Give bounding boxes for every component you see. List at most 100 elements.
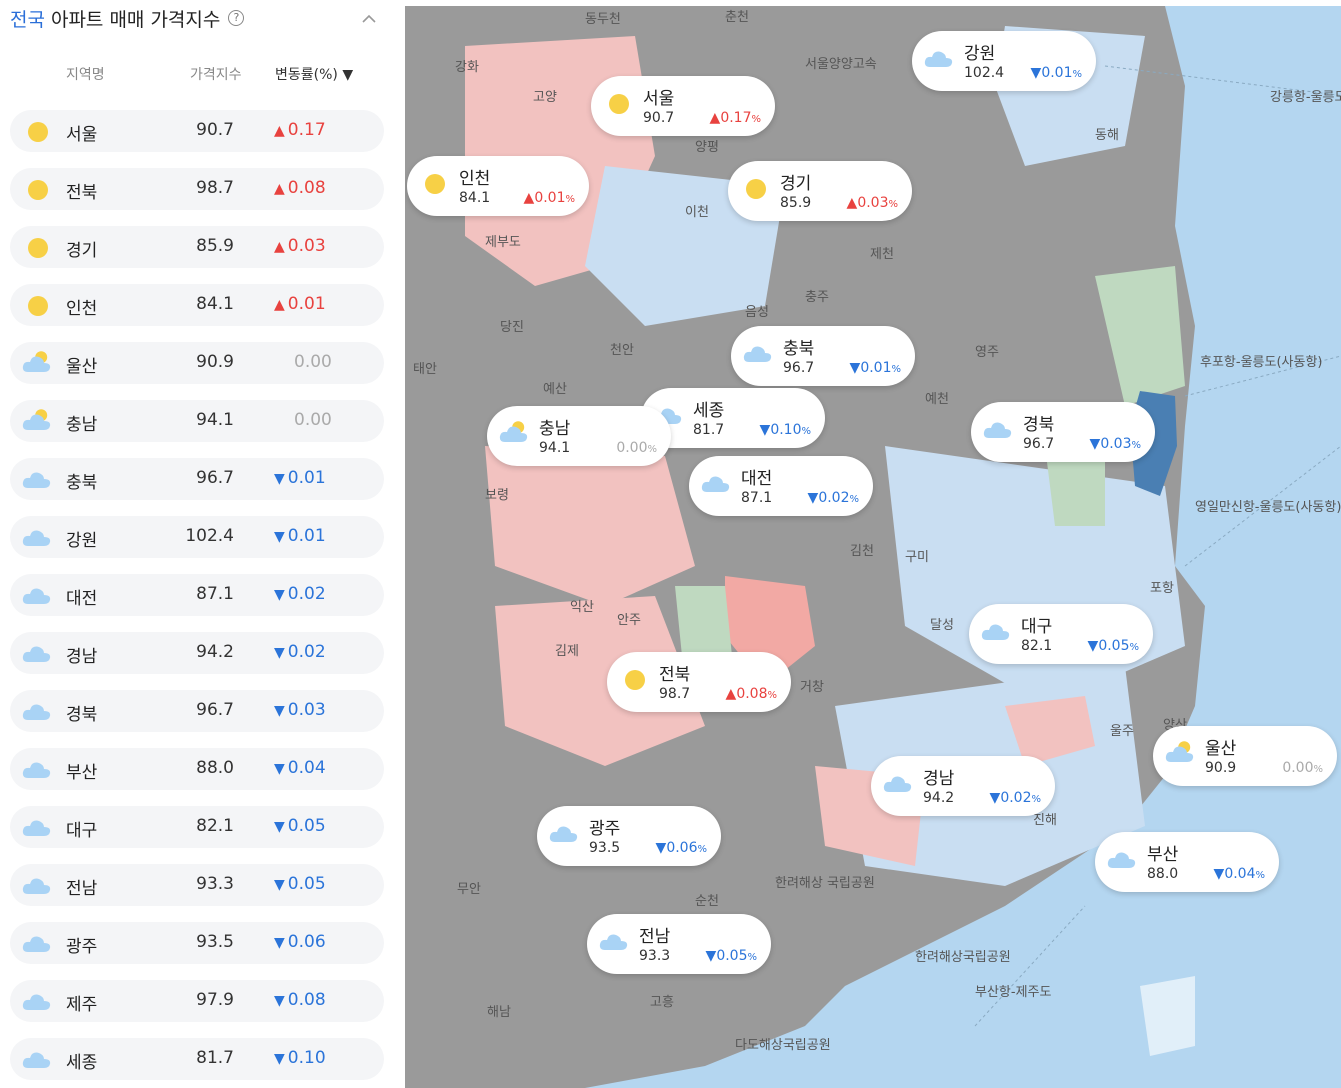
map-place-label: 제부도 (485, 235, 521, 250)
region-name: 경북 (66, 705, 98, 725)
region-card[interactable]: 광주 93.5 ▼0.06% (537, 806, 721, 866)
map-place-label: 울주 (1110, 724, 1134, 739)
list-item[interactable]: 전북 98.7 ▲ 0.08 (10, 168, 384, 210)
cloud-icon (924, 51, 953, 67)
map-place-label: 김제 (555, 644, 579, 659)
list-item[interactable]: 충남 94.1 0.00 (10, 400, 384, 442)
cloud-icon (983, 422, 1012, 438)
sun-icon (425, 174, 445, 194)
card-region-name: 전남 (639, 927, 671, 947)
list-item[interactable]: 인천 84.1 ▲ 0.01 (10, 284, 384, 326)
down-arrow-icon: ▼ (807, 490, 819, 506)
weather-icon (1107, 846, 1139, 874)
map-place-label: 강화 (455, 60, 479, 75)
sun-icon (28, 238, 48, 258)
list-item[interactable]: 세종 81.7 ▼ 0.10 (10, 1038, 384, 1080)
change-rate: ▲ 0.17 (274, 120, 326, 140)
jeju-island (1140, 976, 1195, 1056)
weather-icon (619, 666, 651, 694)
list-item[interactable]: 강원 102.4 ▼ 0.01 (10, 516, 384, 558)
cloud-icon (981, 624, 1010, 640)
region-card[interactable]: 전남 93.3 ▼0.05% (587, 914, 771, 974)
map-place-label: 한려해상 국립공원 (775, 876, 875, 891)
weather-icon (981, 618, 1013, 646)
chevron-up-icon[interactable] (360, 10, 378, 28)
card-change-rate: ▼0.10% (759, 422, 811, 438)
price-index: 96.7 (196, 700, 234, 720)
list-item[interactable]: 경기 85.9 ▲ 0.03 (10, 226, 384, 268)
cloud-icon (22, 646, 51, 662)
down-arrow-icon: ▼ (274, 645, 285, 661)
region-card[interactable]: 부산 88.0 ▼0.04% (1095, 832, 1279, 892)
list-item[interactable]: 경남 94.2 ▼ 0.02 (10, 632, 384, 674)
down-arrow-icon: ▼ (274, 529, 285, 545)
cloud-icon (22, 588, 51, 604)
korea-map[interactable]: 춘천 동두천 강화 고양 서울양양고속 동해 강릉항-울릉도 양평 이천 제부도 당진 음성 충주 제천 영… (405, 6, 1341, 1088)
map-place-label: 당진 (500, 320, 524, 335)
cloud-icon (549, 826, 578, 842)
list-item[interactable]: 울산 90.9 0.00 (10, 342, 384, 384)
card-price-index: 98.7 (659, 686, 691, 702)
list-item[interactable]: 전남 93.3 ▼ 0.05 (10, 864, 384, 906)
up-arrow-icon: ▲ (709, 110, 721, 126)
region-name: 대구 (66, 821, 98, 841)
region-card[interactable]: 강원 102.4 ▼0.01% (912, 31, 1096, 91)
card-price-index: 82.1 (1021, 638, 1053, 654)
region-card[interactable]: 전북 98.7 ▲0.08% (607, 652, 791, 712)
region-card[interactable]: 경남 94.2 ▼0.02% (871, 756, 1055, 816)
weather-icon (22, 350, 52, 376)
map-place-label: 영일만신항-울릉도(사동항) (1195, 500, 1341, 515)
region-card[interactable]: 울산 90.9 0.00% (1153, 726, 1337, 786)
map-place-label: 한려해상국립공원 (915, 950, 1011, 965)
down-arrow-icon: ▼ (705, 948, 717, 964)
map-place-label: 태안 (413, 362, 437, 377)
card-region-name: 울산 (1205, 739, 1237, 759)
down-arrow-icon: ▼ (759, 422, 771, 438)
list-item[interactable]: 대전 87.1 ▼ 0.02 (10, 574, 384, 616)
region-card[interactable]: 대전 87.1 ▼0.02% (689, 456, 873, 516)
card-price-index: 84.1 (459, 190, 491, 206)
region-card[interactable]: 경북 96.7 ▼0.03% (971, 402, 1155, 462)
price-index: 84.1 (196, 294, 234, 314)
card-change-rate: ▼0.02% (807, 490, 859, 506)
card-change-rate: ▼0.03% (1089, 436, 1141, 452)
region-name: 광주 (66, 937, 98, 957)
change-rate: ▼ 0.03 (274, 700, 326, 720)
list-item[interactable]: 경북 96.7 ▼ 0.03 (10, 690, 384, 732)
list-item[interactable]: 부산 88.0 ▼ 0.04 (10, 748, 384, 790)
down-arrow-icon: ▼ (989, 790, 1001, 806)
list-item[interactable]: 서울 90.7 ▲ 0.17 (10, 110, 384, 152)
weather-icon (22, 930, 52, 956)
region-card[interactable]: 충남 94.1 0.00% (487, 406, 671, 466)
partly-cloudy-icon (22, 409, 51, 430)
region-card[interactable]: 경기 85.9 ▲0.03% (728, 161, 912, 221)
card-change-rate: ▼0.01% (1030, 65, 1082, 81)
card-region-name: 서울 (643, 89, 675, 109)
map-place-label: 음성 (745, 305, 769, 320)
card-region-name: 충남 (539, 419, 571, 439)
weather-icon (701, 470, 733, 498)
region-card[interactable]: 대구 82.1 ▼0.05% (969, 604, 1153, 664)
region-card[interactable]: 인천 84.1 ▲0.01% (407, 156, 589, 216)
panel-header: 전국 아파트 매매 가격지수 ? (10, 4, 380, 32)
price-index: 97.9 (196, 990, 234, 1010)
column-index[interactable]: 가격지수 (190, 64, 242, 84)
help-icon[interactable]: ? (228, 10, 245, 26)
column-change-sort[interactable]: 변동률(%) ▼ (275, 64, 353, 84)
region-card[interactable]: 서울 90.7 ▲0.17% (591, 76, 775, 136)
card-region-name: 충북 (783, 339, 815, 359)
list-item[interactable]: 제주 97.9 ▼ 0.08 (10, 980, 384, 1022)
region-card[interactable]: 충북 96.7 ▼0.01% (731, 326, 915, 386)
column-region[interactable]: 지역명 (66, 64, 105, 84)
card-change-rate: ▼0.06% (655, 840, 707, 856)
change-rate: ▲ 0.08 (274, 178, 326, 198)
card-region-name: 경기 (780, 174, 812, 194)
scope-selector[interactable]: 전국 (10, 5, 45, 32)
list-item[interactable]: 광주 93.5 ▼ 0.06 (10, 922, 384, 964)
card-region-name: 대구 (1021, 617, 1053, 637)
partly-cloudy-icon (1165, 741, 1194, 762)
list-item[interactable]: 충북 96.7 ▼ 0.01 (10, 458, 384, 500)
map-place-label: 순천 (695, 894, 719, 909)
list-item[interactable]: 대구 82.1 ▼ 0.05 (10, 806, 384, 848)
card-change-rate: ▼0.01% (849, 360, 901, 376)
